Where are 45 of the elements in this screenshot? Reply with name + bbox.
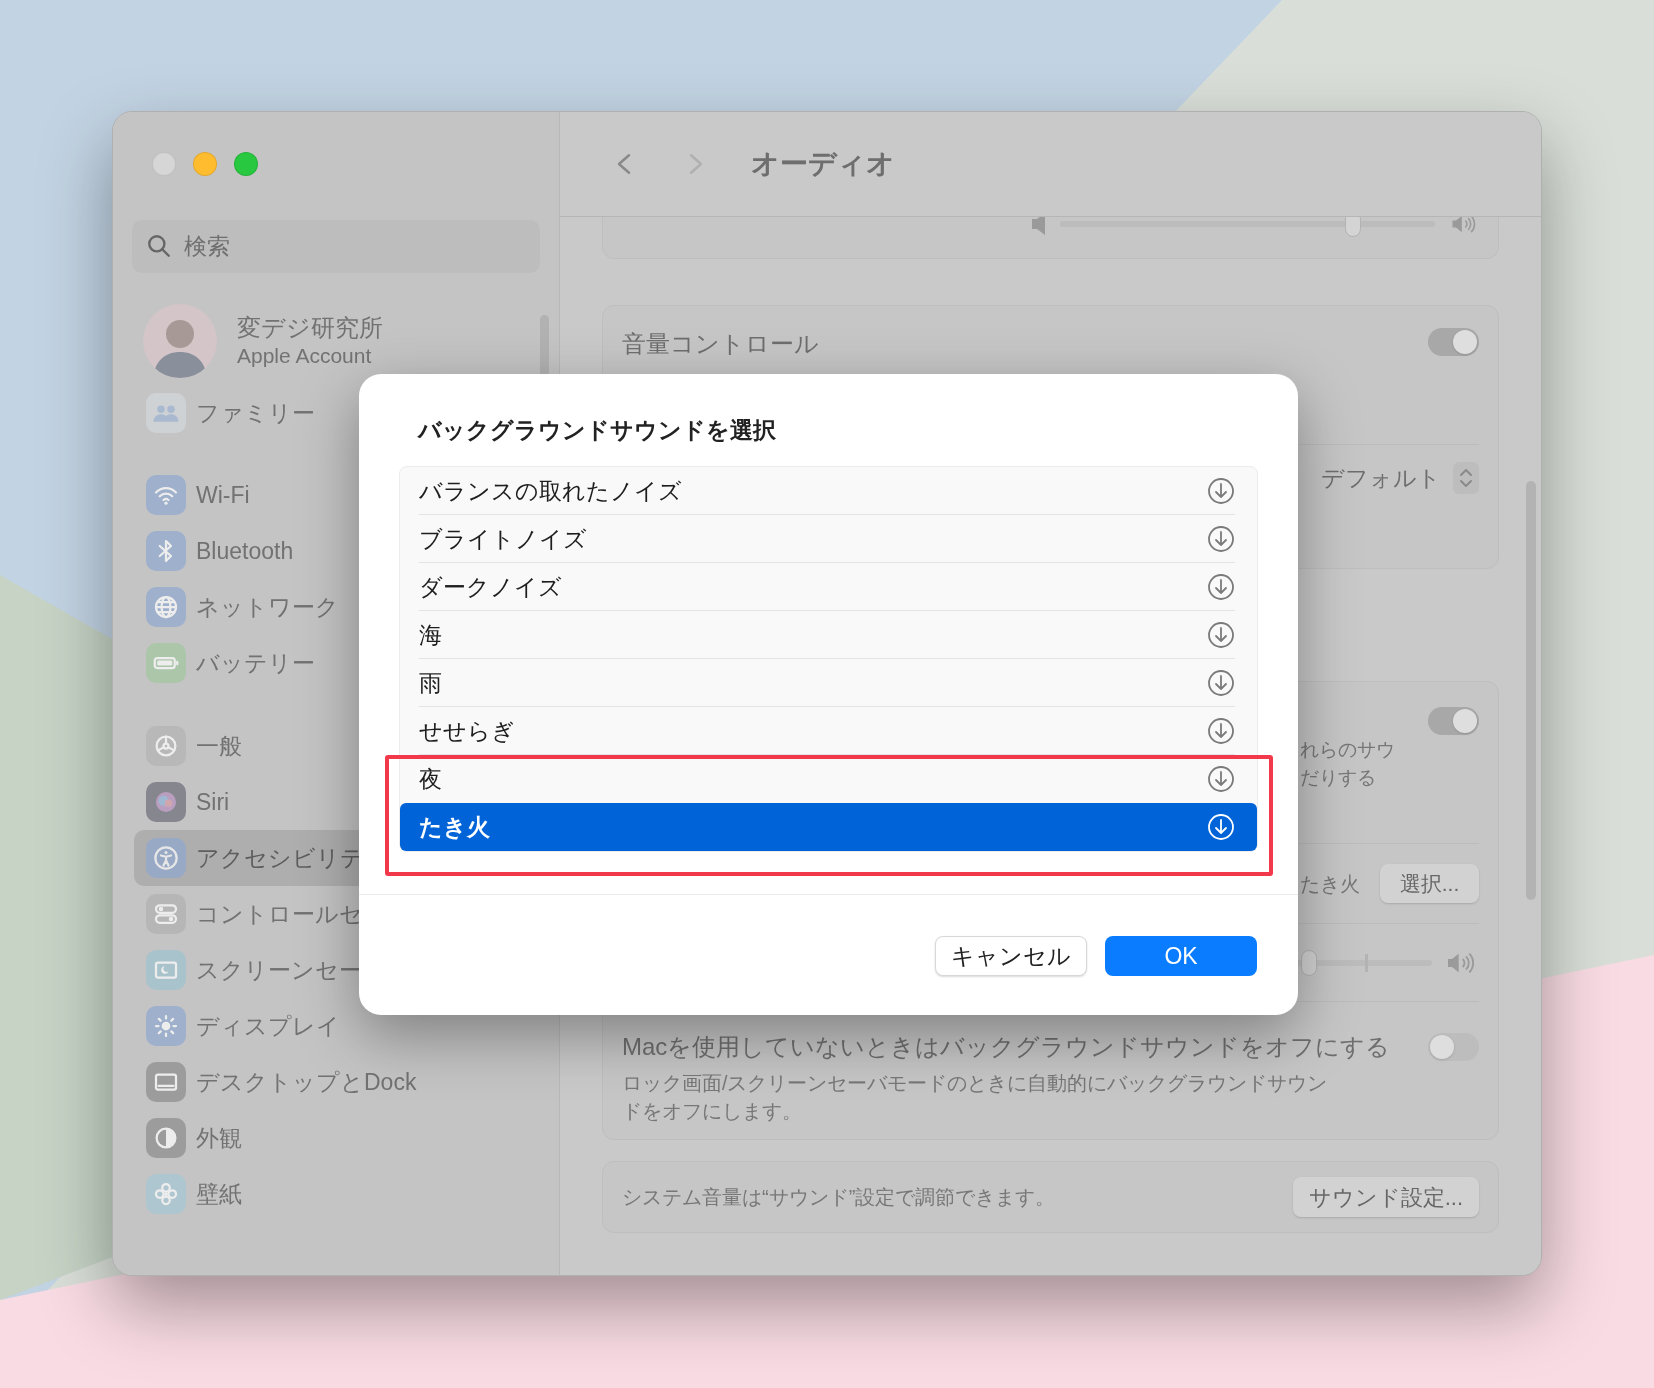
globe-icon — [146, 587, 186, 627]
choose-button[interactable]: 選択... — [1380, 864, 1479, 903]
account-name: 変デジ研究所 — [237, 312, 383, 343]
toggle-switch[interactable] — [1428, 1033, 1479, 1061]
moon-icon — [146, 950, 186, 990]
stepper-icon[interactable] — [1453, 462, 1479, 495]
download-icon[interactable] — [1207, 717, 1235, 745]
window-icon — [146, 1062, 186, 1102]
speaker-icon — [1032, 217, 1046, 235]
sound-settings-button[interactable]: サウンド設定... — [1292, 1177, 1479, 1217]
zoom-button[interactable] — [234, 152, 258, 176]
description-text: だりする — [1300, 766, 1377, 790]
download-icon[interactable] — [1207, 621, 1235, 649]
ok-button[interactable]: OK — [1105, 936, 1257, 976]
download-icon[interactable] — [1207, 573, 1235, 601]
slider-thumb[interactable] — [1300, 949, 1317, 976]
flower-icon — [146, 1174, 186, 1214]
toggle-switch[interactable] — [1428, 707, 1479, 735]
popup-value: デフォルト — [1321, 464, 1441, 493]
sound-name: たき火 — [1300, 871, 1360, 897]
wifi-icon — [146, 475, 186, 515]
battery-icon — [146, 643, 186, 683]
minimize-button[interactable] — [193, 152, 217, 176]
download-icon[interactable] — [1207, 669, 1235, 697]
search-field[interactable]: 検索 — [132, 220, 540, 273]
download-icon[interactable] — [1207, 525, 1235, 553]
page-title: オーディオ — [751, 147, 895, 181]
setting-title: 音量コントロール — [622, 329, 819, 359]
orb-icon — [146, 782, 186, 822]
bluetooth-icon — [146, 531, 186, 571]
accessibility-icon — [146, 838, 186, 878]
toggles-icon — [146, 894, 186, 934]
slider-thumb[interactable] — [1344, 217, 1361, 237]
cancel-button[interactable]: キャンセル — [935, 936, 1087, 976]
sun-icon — [146, 1006, 186, 1046]
info-text: システム音量は“サウンド”設定で調節できます。 — [622, 1185, 1056, 1210]
people-icon — [146, 393, 186, 433]
toggle-switch[interactable] — [1428, 328, 1479, 356]
gear-icon — [146, 726, 186, 766]
description-text: れらのサウ — [1300, 738, 1395, 762]
setting-description: ロック画面/スクリーンセーバモードのときに自動的にバックグラウンドサウンドをオフにします。 — [622, 1071, 1329, 1124]
list-row[interactable]: たき火 — [400, 803, 1257, 851]
download-icon[interactable] — [1207, 477, 1235, 505]
download-icon[interactable] — [1207, 765, 1235, 793]
account-subtitle: Apple Account — [237, 342, 373, 369]
